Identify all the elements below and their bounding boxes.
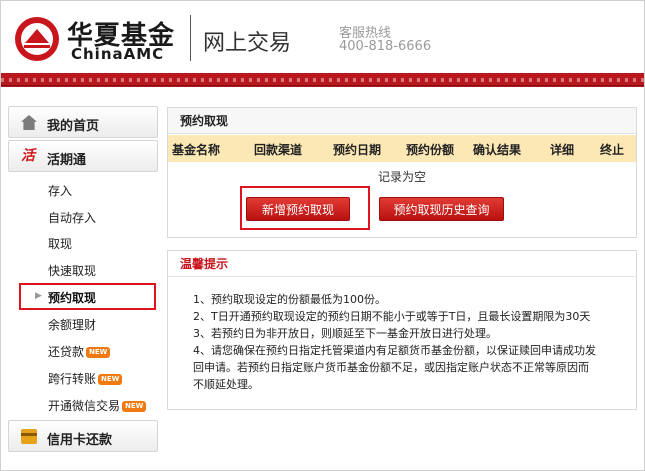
sidebar-item-repay-loan-label: 还贷款 bbox=[48, 345, 85, 359]
empty-record-text: 记录为空 bbox=[377, 170, 426, 184]
history-query-button[interactable]: 预约取现历史查询 bbox=[379, 197, 504, 221]
tip-line: 3、若预约日为非开放日，则顺延至下一基金开放日进行处理。 bbox=[193, 327, 497, 340]
nav-home-label: 我的首页 bbox=[47, 119, 100, 134]
column-header: 回款渠道 bbox=[254, 143, 303, 157]
tips-panel: 温馨提示 1、预约取现设定的份额最低为100份。 2、T日开通预约取现设定的预约… bbox=[167, 250, 637, 410]
tip-line: 1、预约取现设定的份额最低为100份。 bbox=[193, 293, 386, 306]
sidebar-item-wechat-trade[interactable]: 开通微信交易 NEW bbox=[48, 397, 147, 414]
brand-name-en: ChinaAMC bbox=[71, 45, 165, 63]
sidebar: 我的首页 活 活期通 存入 自动存入 取现 快速取现 ▶ 预约取现 余额理财 还… bbox=[8, 106, 159, 456]
hotline-number: 400-818-6666 bbox=[339, 39, 432, 54]
tip-line: 4、请您确保在预约日指定托管渠道内有足额货币基金份额，以保证赎回申请成功发 bbox=[193, 344, 596, 357]
column-header: 终止 bbox=[600, 143, 625, 157]
decorative-banner bbox=[1, 73, 644, 87]
column-header: 预约日期 bbox=[333, 143, 382, 157]
sidebar-item-interbank-transfer[interactable]: 跨行转账 NEW bbox=[48, 370, 123, 387]
nav-credit-card-label: 信用卡还款 bbox=[47, 433, 113, 448]
site-title: 网上交易 bbox=[203, 31, 292, 56]
column-header: 确认结果 bbox=[473, 143, 522, 157]
sidebar-item-withdraw[interactable]: 取现 bbox=[48, 235, 72, 252]
tip-line: 2、T日开通预约取现设定的预约日期不能小于或等于T日，且最长设置期限为30天 bbox=[193, 310, 591, 323]
header-divider bbox=[190, 15, 191, 61]
sidebar-item-deposit[interactable]: 存入 bbox=[48, 182, 72, 199]
highlight-box-button bbox=[240, 186, 370, 230]
tip-line: 不顺延处理。 bbox=[193, 378, 259, 391]
sidebar-item-wechat-label: 开通微信交易 bbox=[48, 399, 121, 413]
sidebar-item-quick-withdraw[interactable]: 快速取现 bbox=[48, 262, 96, 279]
column-header: 基金名称 bbox=[172, 143, 221, 157]
reservation-panel: 预约取现 基金名称 回款渠道 预约日期 预约份额 确认结果 详细 终止 记录为空… bbox=[167, 107, 637, 238]
tip-line: 回申请。若预约日指定账户货币基金份额不足，或因指定账户状态不正常等原因而 bbox=[193, 361, 589, 374]
highlight-box-sidebar bbox=[19, 283, 156, 310]
tips-list: 1、预约取现设定的份额最低为100份。 2、T日开通预约取现设定的预约日期不能小… bbox=[193, 291, 633, 393]
sidebar-item-auto-deposit[interactable]: 自动存入 bbox=[48, 209, 96, 226]
sidebar-item-repay-loan[interactable]: 还贷款 NEW bbox=[48, 343, 111, 360]
sidebar-item-transfer-label: 跨行转账 bbox=[48, 372, 97, 386]
brand-logo-icon[interactable] bbox=[15, 17, 59, 61]
nav-huoqitong[interactable]: 活 活期通 bbox=[8, 140, 158, 172]
column-header: 详细 bbox=[550, 143, 575, 157]
nav-credit-card-repay[interactable]: 信用卡还款 bbox=[8, 420, 158, 452]
huoqitong-icon: 活 bbox=[21, 148, 35, 164]
nav-huoqitong-label: 活期通 bbox=[47, 153, 87, 168]
new-badge: NEW bbox=[122, 401, 147, 412]
home-icon bbox=[21, 115, 37, 130]
panel-title: 预约取现 bbox=[168, 108, 636, 134]
column-header: 预约份额 bbox=[406, 143, 455, 157]
new-badge: NEW bbox=[86, 347, 111, 358]
tips-title: 温馨提示 bbox=[168, 251, 636, 277]
table-header: 基金名称 回款渠道 预约日期 预约份额 确认结果 详细 终止 bbox=[168, 135, 636, 162]
new-badge: NEW bbox=[98, 374, 123, 385]
site-header: 华夏基金 ChinaAMC 网上交易 客服热线 400-818-6666 bbox=[1, 1, 644, 73]
nav-home[interactable]: 我的首页 bbox=[8, 106, 158, 138]
credit-card-icon bbox=[21, 429, 37, 444]
sidebar-item-balance-finance[interactable]: 余额理财 bbox=[48, 316, 96, 333]
